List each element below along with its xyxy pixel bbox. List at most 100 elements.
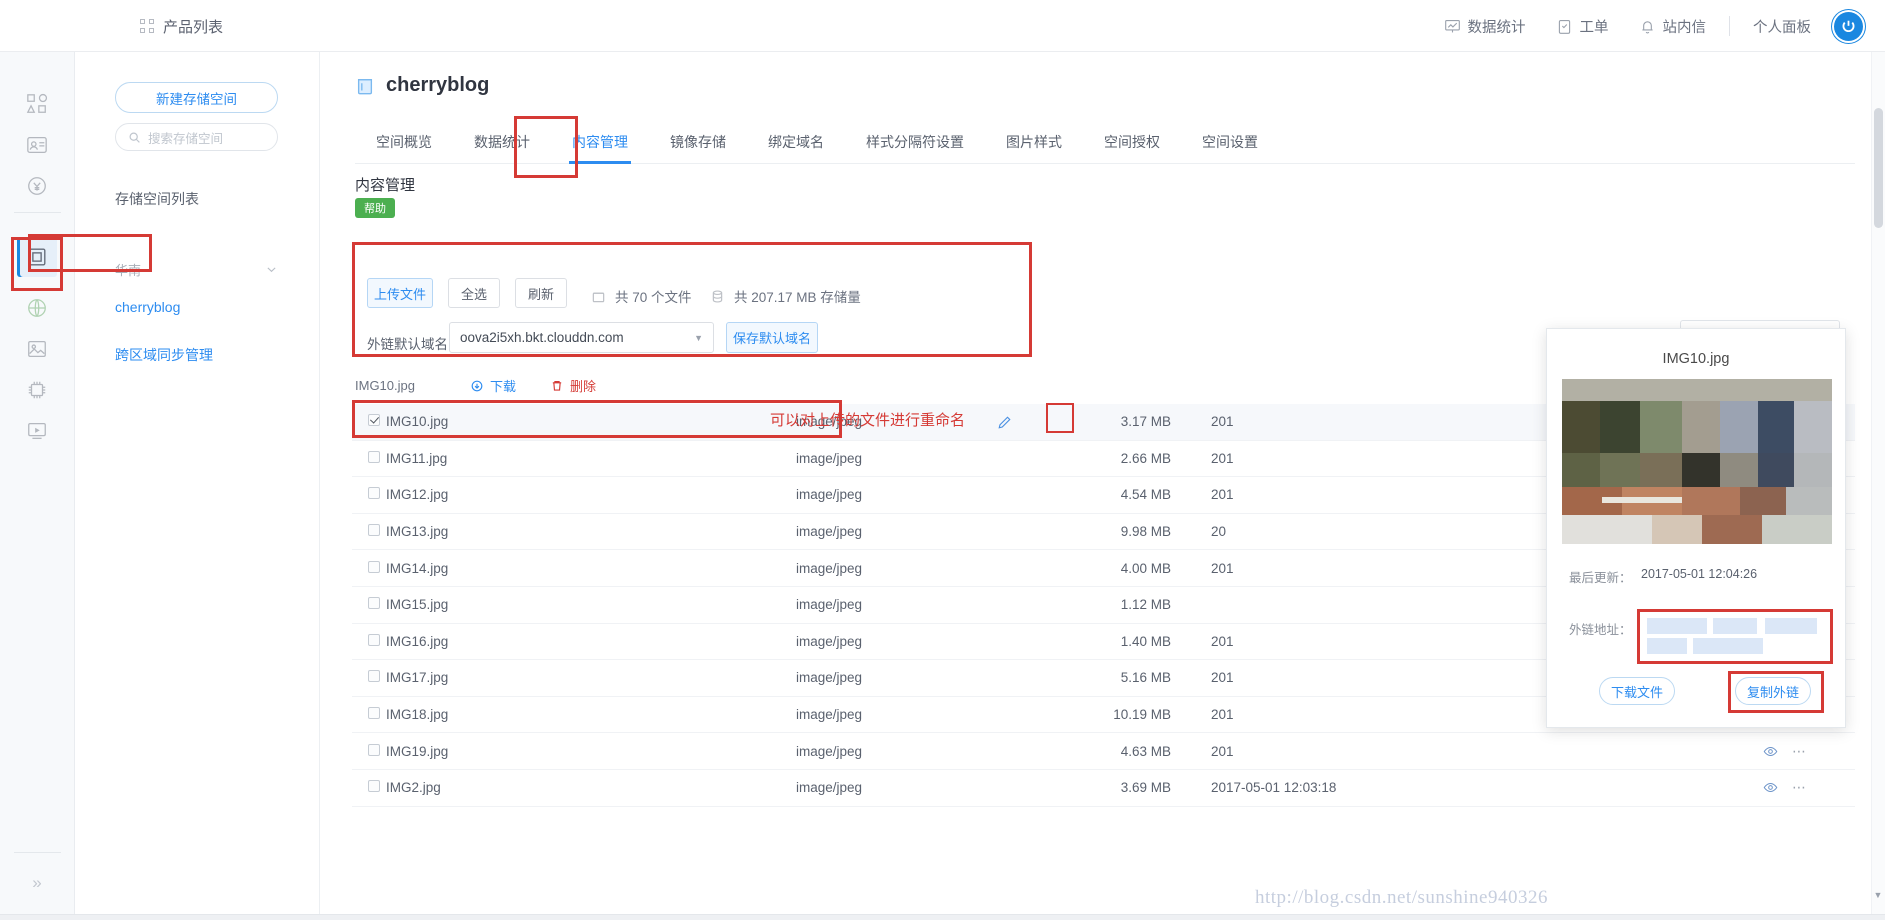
topbar-item-data-stats[interactable]: 数据统计 (1429, 16, 1541, 37)
rail-item-player[interactable] (17, 411, 57, 451)
row-checkbox[interactable] (368, 670, 380, 683)
table-row[interactable]: IMG19.jpg image/jpeg 4.63 MB 201 ⋯ (352, 733, 1855, 770)
double-chevron-right-icon[interactable]: » (22, 868, 52, 898)
bucket-search-placeholder: 搜索存储空间 (148, 131, 224, 146)
section-title: 内容管理 (355, 177, 416, 194)
bucket-search-input[interactable]: 搜索存储空间 (115, 123, 278, 151)
file-size: 5.16 MB (1120, 670, 1171, 686)
trash-icon (552, 380, 562, 391)
file-type: image/jpeg (796, 780, 863, 796)
ellipsis-icon[interactable]: ⋯ (1792, 743, 1808, 760)
rail-item-media[interactable] (17, 329, 57, 369)
annotation-box-copy-link (1728, 671, 1824, 713)
file-size: 1.40 MB (1120, 633, 1171, 649)
row-checkbox-cell[interactable] (352, 524, 386, 539)
file-size: 3.17 MB (1120, 414, 1171, 430)
row-checkbox-cell[interactable] (352, 487, 386, 502)
eye-icon[interactable] (1763, 780, 1778, 795)
sidebar-item-cross-region-sync[interactable]: 跨区域同步管理 (115, 345, 213, 365)
save-default-domain-button[interactable]: 保存默认域名 (726, 322, 818, 353)
external-link-label: 外链地址： (1569, 623, 1632, 637)
product-list-nav[interactable]: 产品列表 (140, 0, 223, 52)
row-checkbox[interactable] (368, 560, 380, 573)
selected-file-name: IMG10.jpg (355, 378, 415, 393)
table-row[interactable]: IMG2.jpg image/jpeg 3.69 MB 2017-05-01 1… (352, 770, 1855, 807)
row-checkbox-cell[interactable] (352, 743, 386, 759)
file-name: IMG18.jpg (386, 707, 449, 723)
file-type: image/jpeg (796, 743, 863, 759)
delete-action[interactable]: 删除 (550, 376, 596, 395)
tab-space-settings[interactable]: 空间设置 (1181, 132, 1279, 163)
rail-item-account[interactable] (17, 125, 57, 165)
watermark: http://blog.csdn.net/sunshine940326 (1255, 887, 1548, 908)
topbar-item-label: 数据统计 (1467, 19, 1526, 36)
row-checkbox-cell[interactable] (352, 707, 386, 722)
file-count-text: 共 70 个文件 (615, 290, 692, 305)
annotation-box-external-link (1637, 609, 1833, 664)
select-all-button[interactable]: 全选 (448, 278, 500, 308)
avatar[interactable] (1834, 11, 1863, 41)
row-checkbox-cell[interactable] (352, 450, 386, 466)
row-checkbox-cell[interactable] (352, 560, 386, 576)
tab-mirror-storage[interactable]: 镜像存储 (649, 132, 747, 163)
page-scrollbar-track[interactable]: ▲ ▼ (1871, 52, 1885, 920)
tab-space-authorization[interactable]: 空间授权 (1083, 132, 1181, 163)
bucket-sidebar: 新建存储空间 搜索存储空间 存储空间列表 华南 cherryblog 跨区域同步… (75, 52, 320, 920)
refresh-button[interactable]: 刷新 (515, 278, 567, 308)
file-size: 1.12 MB (1120, 597, 1171, 613)
download-cloud-icon (471, 380, 483, 391)
topbar-item-tickets[interactable]: 工单 (1541, 16, 1624, 37)
download-action[interactable]: 下载 (470, 376, 516, 395)
page-scrollbar-thumb[interactable] (1874, 108, 1883, 228)
file-name: IMG11.jpg (386, 450, 448, 466)
row-checkbox[interactable] (368, 487, 380, 500)
default-domain-select[interactable]: oova2i5xh.bkt.clouddn.com ▼ (449, 322, 714, 353)
file-size: 9.98 MB (1120, 524, 1171, 540)
preview-download-button[interactable]: 下载文件 (1599, 677, 1675, 705)
tab-image-style[interactable]: 图片样式 (985, 132, 1083, 163)
row-checkbox[interactable] (368, 597, 380, 610)
row-checkbox[interactable] (368, 524, 380, 537)
rail-item-cdn[interactable] (17, 288, 57, 328)
row-checkbox-cell[interactable] (352, 414, 386, 429)
row-checkbox[interactable] (368, 633, 380, 646)
sidebar-item-cherryblog[interactable]: cherryblog (115, 299, 180, 315)
row-checkbox[interactable] (368, 743, 380, 756)
topbar-item-label: 工单 (1579, 19, 1609, 36)
row-checkbox[interactable] (368, 780, 380, 793)
pencil-icon[interactable] (997, 415, 1012, 430)
row-checkbox[interactable] (368, 450, 380, 463)
delete-label: 删除 (570, 379, 597, 394)
topbar-item-personal-panel[interactable]: 个人面板 (1738, 16, 1826, 37)
eye-icon[interactable] (1763, 744, 1778, 759)
row-checkbox-cell[interactable] (352, 597, 386, 612)
file-size: 10.19 MB (1113, 707, 1171, 723)
rail-item-compute[interactable] (17, 370, 57, 410)
ellipsis-icon[interactable]: ⋯ (1792, 779, 1808, 796)
row-checkbox[interactable] (368, 414, 380, 427)
scroll-down-arrow-icon[interactable]: ▼ (1872, 890, 1884, 900)
tab-style-separator[interactable]: 样式分隔符设置 (845, 132, 985, 163)
chip-icon (28, 381, 46, 399)
topbar-item-messages[interactable]: 站内信 (1624, 16, 1722, 37)
upload-file-button[interactable]: 上传文件 (367, 278, 433, 308)
annotation-box-rail-storage (11, 237, 63, 291)
row-checkbox-cell[interactable] (352, 633, 386, 649)
row-checkbox-cell[interactable] (352, 780, 386, 795)
file-date: 2017-05-01 12:03:18 (1211, 780, 1337, 796)
bucket-icon (357, 78, 373, 94)
main-content: cherryblog 空间概览 数据统计 内容管理 镜像存储 绑定域名 样式分隔… (320, 52, 1885, 920)
new-bucket-button[interactable]: 新建存储空间 (115, 82, 278, 113)
box-icon (592, 292, 605, 302)
rail-item-billing[interactable] (17, 166, 57, 206)
rail-item-dashboard[interactable] (17, 84, 57, 124)
file-name: IMG15.jpg (386, 597, 449, 613)
row-checkbox[interactable] (368, 707, 380, 720)
dashboard-icon (26, 93, 48, 113)
grid-icon (140, 19, 154, 33)
tab-bind-domain[interactable]: 绑定域名 (747, 132, 845, 163)
help-badge[interactable]: 帮助 (355, 198, 395, 218)
file-size: 3.69 MB (1120, 780, 1171, 796)
tab-overview[interactable]: 空间概览 (355, 132, 453, 163)
row-checkbox-cell[interactable] (352, 670, 386, 685)
